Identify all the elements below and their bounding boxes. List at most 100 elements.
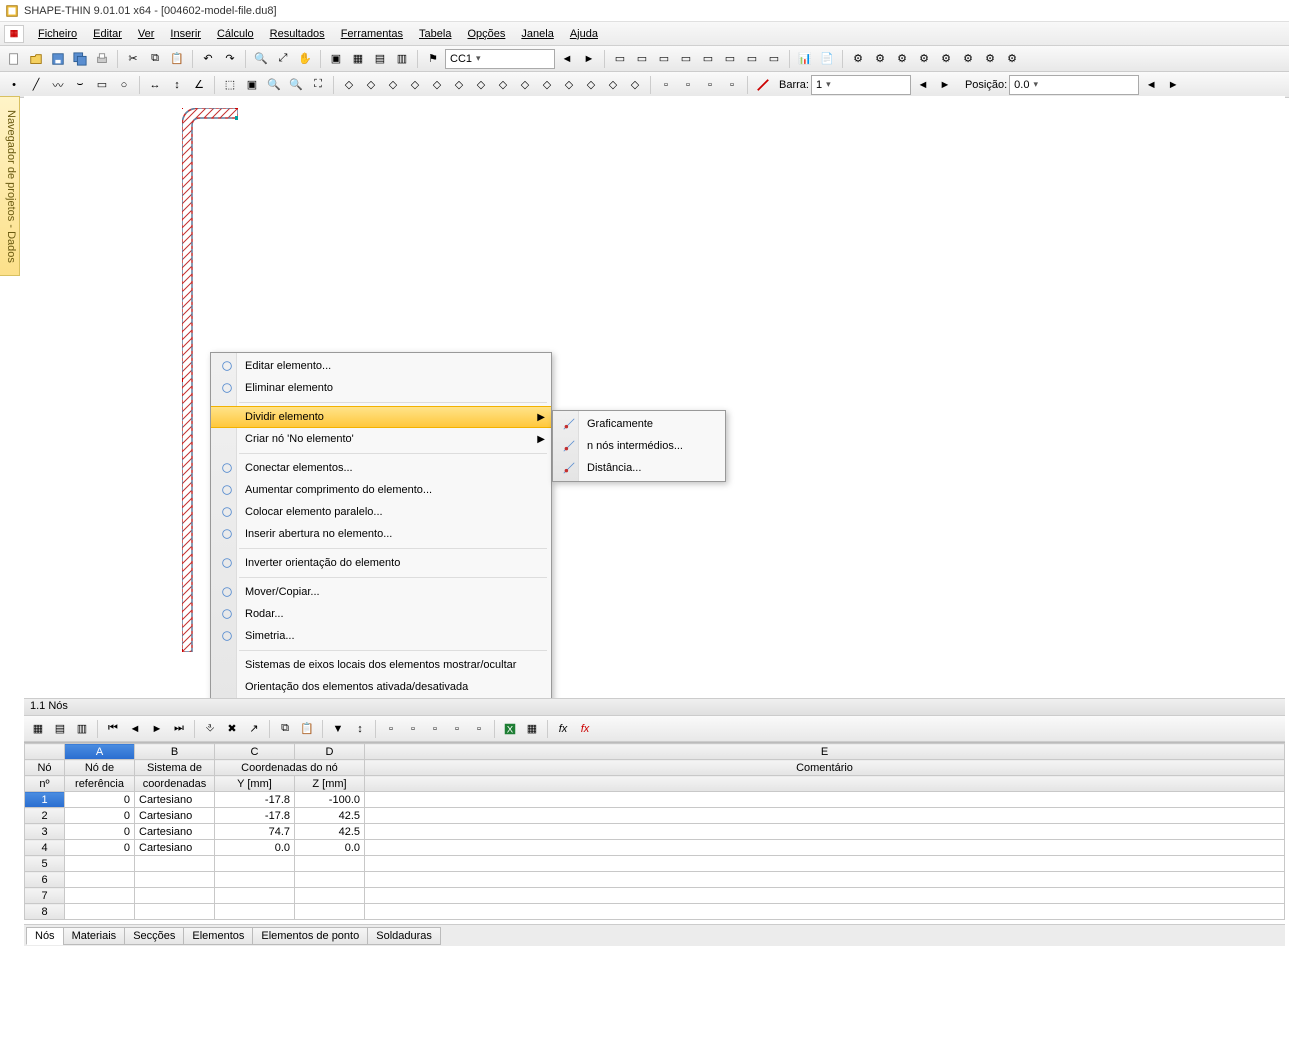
table-row[interactable]: 8 <box>25 904 1285 920</box>
snap-10-icon[interactable]: ◇ <box>537 75 557 95</box>
tool-e-icon[interactable]: ⚙ <box>936 49 956 69</box>
arc-icon[interactable]: ⌣ <box>70 75 90 95</box>
menu-resultados[interactable]: Resultados <box>262 26 333 42</box>
redo-icon[interactable]: ↷ <box>220 49 240 69</box>
ctx-item-11[interactable]: Inverter orientação do elemento <box>211 552 551 574</box>
menu-editar[interactable]: Editar <box>85 26 130 42</box>
ctx-item-9[interactable]: Inserir abertura no elemento... <box>211 523 551 545</box>
tbl-misc-4-icon[interactable]: ▫ <box>447 719 467 739</box>
ctx-item-3[interactable]: Dividir elemento▶ <box>211 406 551 428</box>
snap-4-icon[interactable]: ◇ <box>405 75 425 95</box>
snap-2-icon[interactable]: ◇ <box>361 75 381 95</box>
ctx-item-15[interactable]: Simetria... <box>211 625 551 647</box>
snap-13-icon[interactable]: ◇ <box>603 75 623 95</box>
snap-7-icon[interactable]: ◇ <box>471 75 491 95</box>
misc-2-icon[interactable]: ▫ <box>678 75 698 95</box>
tbl-paste-icon[interactable]: 📋 <box>297 719 317 739</box>
menu-inserir[interactable]: Inserir <box>162 26 209 42</box>
misc-4-icon[interactable]: ▫ <box>722 75 742 95</box>
dim-a-icon[interactable]: ∠ <box>189 75 209 95</box>
tbl-first-icon[interactable]: ⏮ <box>103 719 123 739</box>
line-icon[interactable]: ╱ <box>26 75 46 95</box>
pos-prev-icon[interactable]: ◄ <box>1141 75 1161 95</box>
tab-elementos-ponto[interactable]: Elementos de ponto <box>252 927 368 945</box>
tbl-next-icon[interactable]: ► <box>147 719 167 739</box>
col-a[interactable]: A <box>65 744 135 760</box>
view-3-icon[interactable]: ▤ <box>370 49 390 69</box>
select-icon[interactable]: ⬚ <box>220 75 240 95</box>
table-row[interactable]: 6 <box>25 872 1285 888</box>
tbl-last-icon[interactable]: ⏭ <box>169 719 189 739</box>
misc-1-icon[interactable]: ▫ <box>656 75 676 95</box>
tbl-delete-icon[interactable]: ✖ <box>222 719 242 739</box>
tbl-misc-5-icon[interactable]: ▫ <box>469 719 489 739</box>
tool-a-icon[interactable]: ⚙ <box>848 49 868 69</box>
col-d[interactable]: D <box>295 744 365 760</box>
cut-icon[interactable]: ✂ <box>123 49 143 69</box>
tool-f-icon[interactable]: ⚙ <box>958 49 978 69</box>
chart-icon[interactable]: 📊 <box>795 49 815 69</box>
tbl-prev-icon[interactable]: ◄ <box>125 719 145 739</box>
save-icon[interactable] <box>48 49 68 69</box>
saveall-icon[interactable] <box>70 49 90 69</box>
tool-g-icon[interactable]: ⚙ <box>980 49 1000 69</box>
zoom-fit-icon[interactable]: ⛶ <box>308 75 328 95</box>
ctx-item-1[interactable]: Eliminar elemento <box>211 377 551 399</box>
tbl-goto-icon[interactable]: ↗ <box>244 719 264 739</box>
tbl-fx2-icon[interactable]: fx <box>575 719 595 739</box>
report-icon[interactable]: 📄 <box>817 49 837 69</box>
result-6-icon[interactable]: ▭ <box>720 49 740 69</box>
zoom-window-icon[interactable]: 🔍 <box>251 49 271 69</box>
zoom-out-icon[interactable]: 🔍 <box>286 75 306 95</box>
copy-icon[interactable]: ⧉ <box>145 49 165 69</box>
subctx-item-1[interactable]: n nós intermédios... <box>553 435 725 457</box>
subctx-item-0[interactable]: Graficamente <box>553 413 725 435</box>
next-lc-icon[interactable]: ► <box>579 49 599 69</box>
result-2-icon[interactable]: ▭ <box>632 49 652 69</box>
tbl-icon-2[interactable]: ▤ <box>50 719 70 739</box>
rect-icon[interactable]: ▭ <box>92 75 112 95</box>
tab-nos[interactable]: Nós <box>26 927 64 945</box>
tbl-misc-1-icon[interactable]: ▫ <box>381 719 401 739</box>
menu-ferramentas[interactable]: Ferramentas <box>333 26 411 42</box>
table-row[interactable]: 40Cartesiano0.00.0 <box>25 840 1285 856</box>
open-icon[interactable] <box>26 49 46 69</box>
misc-3-icon[interactable]: ▫ <box>700 75 720 95</box>
result-4-icon[interactable]: ▭ <box>676 49 696 69</box>
snap-6-icon[interactable]: ◇ <box>449 75 469 95</box>
ctx-item-7[interactable]: Aumentar comprimento do elemento... <box>211 479 551 501</box>
col-e[interactable]: E <box>365 744 1285 760</box>
tbl-icon-1[interactable]: ▦ <box>28 719 48 739</box>
snap-12-icon[interactable]: ◇ <box>581 75 601 95</box>
nodes-table[interactable]: A B C D E Nó Nó de Sistema de Coordenada… <box>24 742 1285 922</box>
tbl-calc-icon[interactable]: ▦ <box>522 719 542 739</box>
subctx-item-2[interactable]: Distância... <box>553 457 725 479</box>
tool-c-icon[interactable]: ⚙ <box>892 49 912 69</box>
tbl-fx-icon[interactable]: fx <box>553 719 573 739</box>
loadcase-combo[interactable]: CC1▾ <box>445 49 555 69</box>
table-row[interactable]: 20Cartesiano-17.842.5 <box>25 808 1285 824</box>
ctx-item-8[interactable]: Colocar elemento paralelo... <box>211 501 551 523</box>
view-2-icon[interactable]: ▦ <box>348 49 368 69</box>
barra-prev-icon[interactable]: ◄ <box>913 75 933 95</box>
snap-14-icon[interactable]: ◇ <box>625 75 645 95</box>
flag-icon[interactable]: ⚑ <box>423 49 443 69</box>
tbl-filter-icon[interactable]: ▼ <box>328 719 348 739</box>
point-icon[interactable]: • <box>4 75 24 95</box>
paste-icon[interactable]: 📋 <box>167 49 187 69</box>
result-1-icon[interactable]: ▭ <box>610 49 630 69</box>
pan-icon[interactable]: ✋ <box>295 49 315 69</box>
project-navigator-tab[interactable]: Navegador de projetos - Dados <box>0 96 20 276</box>
tool-d-icon[interactable]: ⚙ <box>914 49 934 69</box>
tbl-misc-3-icon[interactable]: ▫ <box>425 719 445 739</box>
ctx-item-13[interactable]: Mover/Copiar... <box>211 581 551 603</box>
snap-1-icon[interactable]: ◇ <box>339 75 359 95</box>
result-8-icon[interactable]: ▭ <box>764 49 784 69</box>
ctx-item-6[interactable]: Conectar elementos... <box>211 457 551 479</box>
tool-h-icon[interactable]: ⚙ <box>1002 49 1022 69</box>
snap-3-icon[interactable]: ◇ <box>383 75 403 95</box>
tab-materiais[interactable]: Materiais <box>63 927 126 945</box>
barra-next-icon[interactable]: ► <box>935 75 955 95</box>
menu-ver[interactable]: Ver <box>130 26 163 42</box>
ctx-item-18[interactable]: Orientação dos elementos ativada/desativ… <box>211 676 551 698</box>
